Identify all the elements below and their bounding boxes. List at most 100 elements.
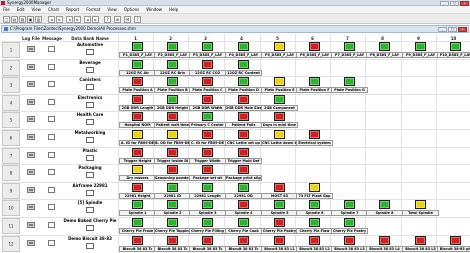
message-checkbox[interactable]	[48, 240, 55, 246]
bank-select-box[interactable]	[86, 102, 94, 108]
chart-label[interactable]: Biscuit 38 83 L1	[261, 246, 298, 252]
chart-label[interactable]: P2_D385_F_LAY	[154, 52, 191, 58]
log-file-icon[interactable]	[27, 222, 35, 228]
query-icon[interactable]: ?	[104, 16, 111, 23]
prev-page-icon[interactable]: ◂	[66, 16, 73, 23]
message-checkbox[interactable]	[48, 152, 55, 158]
row-header[interactable]: 2	[2, 60, 20, 76]
chart-label[interactable]: Spindle 6	[296, 210, 333, 216]
red-status-icon[interactable]	[132, 112, 143, 121]
red-status-icon[interactable]	[238, 130, 249, 139]
red-status-icon[interactable]	[132, 236, 143, 245]
chart-label[interactable]: Plate Position D	[225, 87, 262, 93]
bank-select-box[interactable]	[86, 207, 94, 213]
menu-edit[interactable]: Edit	[17, 6, 25, 13]
red-status-icon[interactable]	[309, 130, 320, 139]
log-file-icon[interactable]	[27, 99, 35, 105]
green-status-icon[interactable]	[167, 200, 178, 209]
yellow-status-icon[interactable]	[274, 77, 285, 86]
red-status-icon[interactable]	[202, 236, 213, 245]
red-status-icon[interactable]	[238, 200, 249, 209]
minimize-button[interactable]: _	[440, 0, 449, 6]
green-status-icon[interactable]	[202, 218, 213, 227]
bank-select-box[interactable]	[86, 172, 94, 178]
chart-label[interactable]: Biscuit 38 83 Tc	[119, 246, 156, 252]
row-header[interactable]: 8	[2, 165, 20, 181]
chart-label[interactable]: Spindle 4	[225, 210, 262, 216]
menu-view-2[interactable]: View	[107, 6, 117, 13]
message-checkbox[interactable]	[48, 169, 55, 175]
chart-label[interactable]: Electrical system	[296, 140, 333, 146]
message-checkbox[interactable]	[48, 46, 55, 52]
chart-label[interactable]: Package set wt	[189, 175, 226, 181]
red-status-icon[interactable]	[167, 165, 178, 174]
red-status-icon[interactable]	[238, 148, 249, 157]
data-bank-name[interactable]: Plastic	[63, 148, 117, 153]
chart-label[interactable]: Spindle 8	[366, 210, 403, 216]
yellow-status-icon[interactable]	[132, 130, 143, 139]
red-status-icon[interactable]	[274, 183, 285, 192]
log-file-icon[interactable]	[27, 187, 35, 193]
red-status-icon[interactable]	[238, 112, 249, 121]
doc-close-button[interactable]: x	[458, 26, 467, 32]
menu-format[interactable]: Format	[86, 6, 100, 13]
chart-label[interactable]: Primary C Center	[189, 122, 226, 128]
back-icon[interactable]: ◂	[84, 16, 91, 23]
chart-label[interactable]: Cherry Pie Topping	[154, 228, 191, 234]
green-status-icon[interactable]	[238, 42, 249, 51]
red-status-icon[interactable]	[238, 95, 249, 104]
red-status-icon[interactable]	[202, 60, 213, 69]
chart-label[interactable]: P4_D385_F_LAY	[225, 52, 262, 58]
log-file-icon[interactable]	[27, 169, 35, 175]
data-bank-name[interactable]: Canisters	[63, 77, 117, 82]
next-page-icon[interactable]: ▸	[74, 16, 81, 23]
message-checkbox[interactable]	[48, 187, 55, 193]
message-checkbox[interactable]	[48, 134, 55, 140]
chart-label[interactable]: Biscuit 38 83 Tc	[225, 246, 262, 252]
chart-label[interactable]: Spindle 5	[261, 210, 298, 216]
green-status-icon[interactable]	[132, 200, 143, 209]
close-button[interactable]: x	[460, 0, 469, 6]
green-status-icon[interactable]	[415, 42, 426, 51]
green-status-icon[interactable]	[274, 200, 285, 209]
message-checkbox[interactable]	[48, 222, 55, 228]
green-status-icon[interactable]	[132, 42, 143, 51]
chart-label[interactable]: Cherry Pie Flaw	[296, 228, 333, 234]
chart-label[interactable]: C. ID for FB09-DE	[189, 140, 226, 146]
chart-label[interactable]: Plate Position F	[296, 87, 333, 93]
red-status-icon[interactable]	[274, 112, 285, 121]
row-header[interactable]: 9	[2, 183, 20, 199]
data-bank-name[interactable]: Airframe 22981	[63, 183, 117, 188]
red-status-icon[interactable]	[450, 236, 461, 245]
data-bank-name[interactable]: Beverage	[63, 60, 117, 65]
chart-label[interactable]: A. ID for FB09-DE	[119, 140, 156, 146]
chart-label[interactable]: Dry masses	[119, 175, 156, 181]
green-status-icon[interactable]	[202, 42, 213, 51]
green-status-icon[interactable]	[132, 218, 143, 227]
green-status-icon[interactable]	[238, 218, 249, 227]
chart-label[interactable]: Biscuit 38 83 Tc	[189, 246, 226, 252]
red-status-icon[interactable]	[274, 218, 285, 227]
chart-label[interactable]: Days in mini time	[261, 122, 298, 128]
yellow-status-icon[interactable]	[132, 165, 143, 174]
red-status-icon[interactable]	[379, 236, 390, 245]
chart-label[interactable]: Cherry Pie Pastry	[331, 228, 368, 234]
red-status-icon[interactable]	[132, 148, 143, 157]
bank-select-box[interactable]	[86, 67, 94, 73]
green-status-icon[interactable]	[167, 60, 178, 69]
chart-label[interactable]: Total Spindle	[402, 210, 439, 216]
bank-select-box[interactable]	[86, 225, 94, 231]
menu-file[interactable]: File	[3, 6, 10, 13]
log-file-icon[interactable]	[27, 152, 35, 158]
green-status-icon[interactable]	[202, 200, 213, 209]
log-file-icon[interactable]	[27, 134, 35, 140]
chart-label[interactable]: Cherry Pie Froze	[119, 228, 156, 234]
row-header[interactable]: 10	[2, 200, 20, 216]
chart-label[interactable]: P10_D385_F_LAY	[437, 52, 470, 58]
green-status-icon[interactable]	[274, 95, 285, 104]
chart-label[interactable]: B. OD for FB09-DE	[154, 140, 191, 146]
row-header[interactable]: 12	[2, 236, 20, 252]
data-bank-name[interactable]: Metalworking	[63, 130, 117, 135]
green-status-icon[interactable]	[167, 77, 178, 86]
red-status-icon[interactable]	[202, 165, 213, 174]
